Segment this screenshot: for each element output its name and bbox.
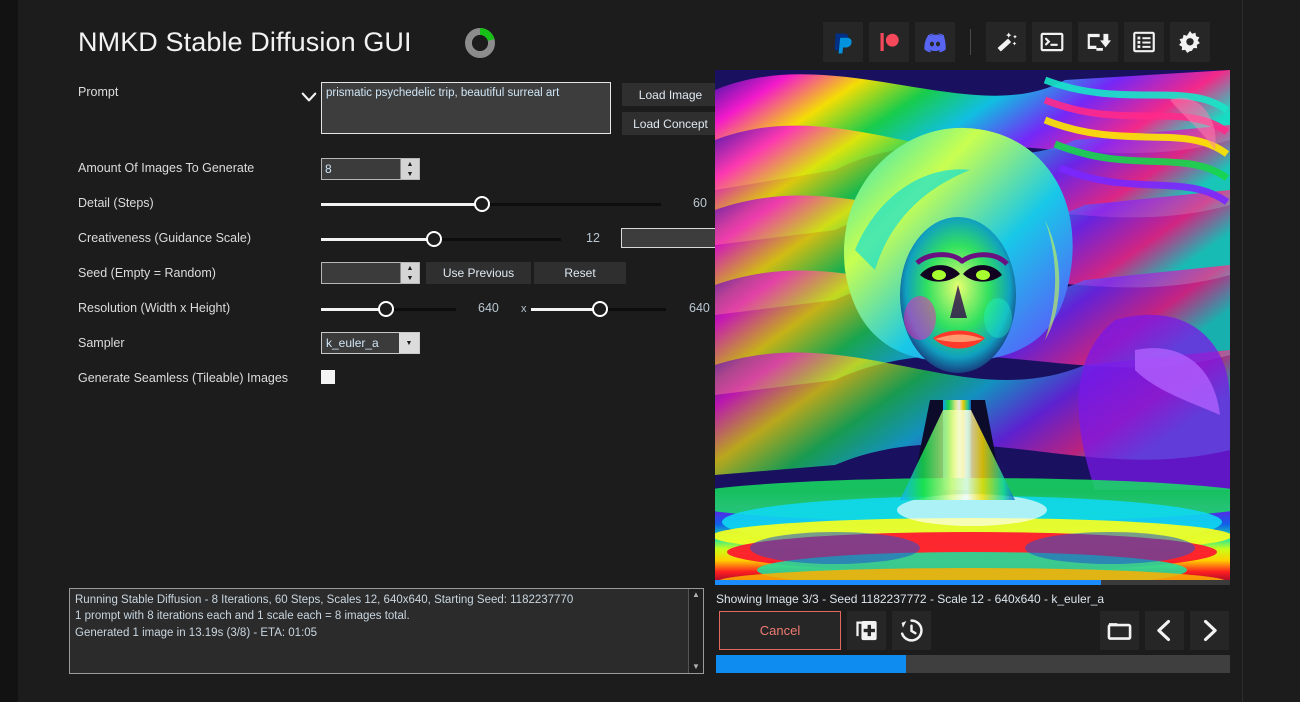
terminal-icon[interactable]	[1032, 22, 1072, 62]
guidance-slider-track-filled	[321, 238, 433, 241]
window-left-border	[0, 0, 18, 702]
res-height-track-filled	[531, 308, 599, 311]
res-width-track-filled	[321, 308, 385, 311]
generation-progress-fill	[716, 655, 907, 673]
toolbar	[823, 22, 1210, 62]
amount-stepper[interactable]: 8 ▲ ▼	[321, 158, 420, 180]
stepper-down-icon[interactable]: ▼	[401, 273, 419, 283]
preview-image	[715, 70, 1230, 585]
stepper-down-icon[interactable]: ▼	[401, 169, 419, 179]
steps-value: 60	[693, 196, 707, 210]
sampler-dropdown[interactable]: k_euler_a ▼	[321, 332, 420, 354]
res-height-knob[interactable]	[592, 301, 608, 317]
seed-input[interactable]	[322, 263, 400, 283]
title-bar: NMKD Stable Diffusion GUI	[18, 0, 1243, 72]
prompt-label: Prompt	[78, 85, 119, 99]
amount-stepper-buttons[interactable]: ▲ ▼	[400, 159, 419, 179]
guidance-value: 12	[586, 231, 600, 245]
image-preview[interactable]	[715, 70, 1230, 585]
seamless-row: Generate Seamless (Tileable) Images	[78, 364, 723, 399]
steps-slider-track-empty	[481, 203, 661, 206]
page-title: NMKD Stable Diffusion GUI	[78, 27, 412, 57]
chevron-down-icon[interactable]	[296, 84, 322, 110]
log-text: Running Stable Diffusion - 8 Iterations,…	[75, 594, 574, 639]
app-window: NMKD Stable Diffusion GUI Prompt prismat…	[18, 0, 1243, 702]
resolution-height-slider[interactable]	[531, 298, 666, 320]
cancel-button[interactable]: Cancel	[719, 611, 841, 650]
scroll-up-icon[interactable]: ▲	[692, 591, 700, 599]
load-image-button[interactable]: Load Image	[622, 83, 719, 106]
stepper-up-icon[interactable]: ▲	[401, 159, 419, 169]
settings-panel: Prompt prismatic psychedelic trip, beaut…	[78, 78, 723, 399]
paypal-icon[interactable]	[823, 22, 863, 62]
open-folder-icon[interactable]	[1100, 611, 1139, 650]
prompt-input[interactable]: prismatic psychedelic trip, beautiful su…	[321, 82, 611, 134]
patreon-icon[interactable]	[869, 22, 909, 62]
generation-progress-bar	[716, 655, 1230, 673]
queue-list-icon[interactable]	[1124, 22, 1164, 62]
seed-stepper-buttons[interactable]: ▲ ▼	[400, 263, 419, 283]
showing-image-status: Showing Image 3/3 - Seed 1182237772 - Sc…	[716, 592, 1105, 606]
amount-row: Amount Of Images To Generate 8 ▲ ▼	[78, 154, 723, 189]
resolution-width-value: 640	[478, 301, 499, 315]
steps-label: Detail (Steps)	[78, 196, 154, 210]
toolbar-separator	[970, 29, 971, 55]
add-to-queue-icon[interactable]	[847, 611, 886, 650]
use-previous-button[interactable]: Use Previous	[426, 262, 531, 284]
magic-wand-icon[interactable]	[986, 22, 1026, 62]
seed-label: Seed (Empty = Random)	[78, 266, 216, 280]
image-progress-bar	[715, 580, 1230, 585]
seamless-checkbox[interactable]	[321, 370, 335, 384]
scroll-down-icon[interactable]: ▼	[692, 663, 700, 671]
guidance-slider-knob[interactable]	[426, 231, 442, 247]
discord-icon[interactable]	[915, 22, 955, 62]
seed-row: Seed (Empty = Random) ▲ ▼ Use Previous R…	[78, 259, 723, 294]
log-box: Running Stable Diffusion - 8 Iterations,…	[69, 588, 704, 674]
res-width-track-empty	[385, 308, 456, 311]
steps-slider[interactable]	[321, 193, 661, 215]
prompt-row: Prompt prismatic psychedelic trip, beaut…	[78, 78, 723, 140]
chevron-left-icon[interactable]	[1145, 611, 1184, 650]
resolution-width-slider[interactable]	[321, 298, 456, 320]
progress-ring-icon	[463, 26, 497, 60]
res-width-knob[interactable]	[378, 301, 394, 317]
seamless-label: Generate Seamless (Tileable) Images	[78, 371, 289, 385]
image-progress-fill	[715, 580, 1102, 585]
action-row: Cancel	[715, 608, 1230, 653]
guidance-row: Creativeness (Guidance Scale) 12	[78, 224, 723, 259]
resolution-separator: x	[521, 303, 527, 315]
guidance-slider-track-empty	[433, 238, 561, 241]
sampler-row: Sampler k_euler_a ▼	[78, 329, 723, 364]
sampler-label: Sampler	[78, 336, 125, 350]
guidance-label: Creativeness (Guidance Scale)	[78, 231, 251, 245]
guidance-scales-input[interactable]	[621, 228, 723, 248]
history-clock-icon[interactable]	[892, 611, 931, 650]
sampler-selected-value: k_euler_a	[322, 333, 399, 353]
gear-icon[interactable]	[1170, 22, 1210, 62]
resolution-height-value: 640	[689, 301, 710, 315]
amount-label: Amount Of Images To Generate	[78, 161, 255, 175]
steps-slider-track-filled	[321, 203, 481, 206]
steps-row: Detail (Steps) 60	[78, 189, 723, 224]
window-right-area	[1243, 0, 1300, 702]
amount-input[interactable]: 8	[322, 159, 400, 179]
stepper-up-icon[interactable]: ▲	[401, 263, 419, 273]
steps-slider-knob[interactable]	[474, 196, 490, 212]
load-concept-button[interactable]: Load Concept	[622, 112, 719, 135]
resolution-label: Resolution (Width x Height)	[78, 301, 231, 315]
resolution-row: Resolution (Width x Height) 640 x 640	[78, 294, 723, 329]
model-download-icon[interactable]	[1078, 22, 1118, 62]
reset-button[interactable]: Reset	[534, 262, 626, 284]
chevron-right-icon[interactable]	[1190, 611, 1229, 650]
res-height-track-empty	[599, 308, 666, 311]
log-scrollbar[interactable]: ▲ ▼	[688, 589, 703, 673]
guidance-slider[interactable]	[321, 228, 561, 250]
chevron-down-icon[interactable]: ▼	[399, 333, 419, 353]
seed-stepper[interactable]: ▲ ▼	[321, 262, 420, 284]
